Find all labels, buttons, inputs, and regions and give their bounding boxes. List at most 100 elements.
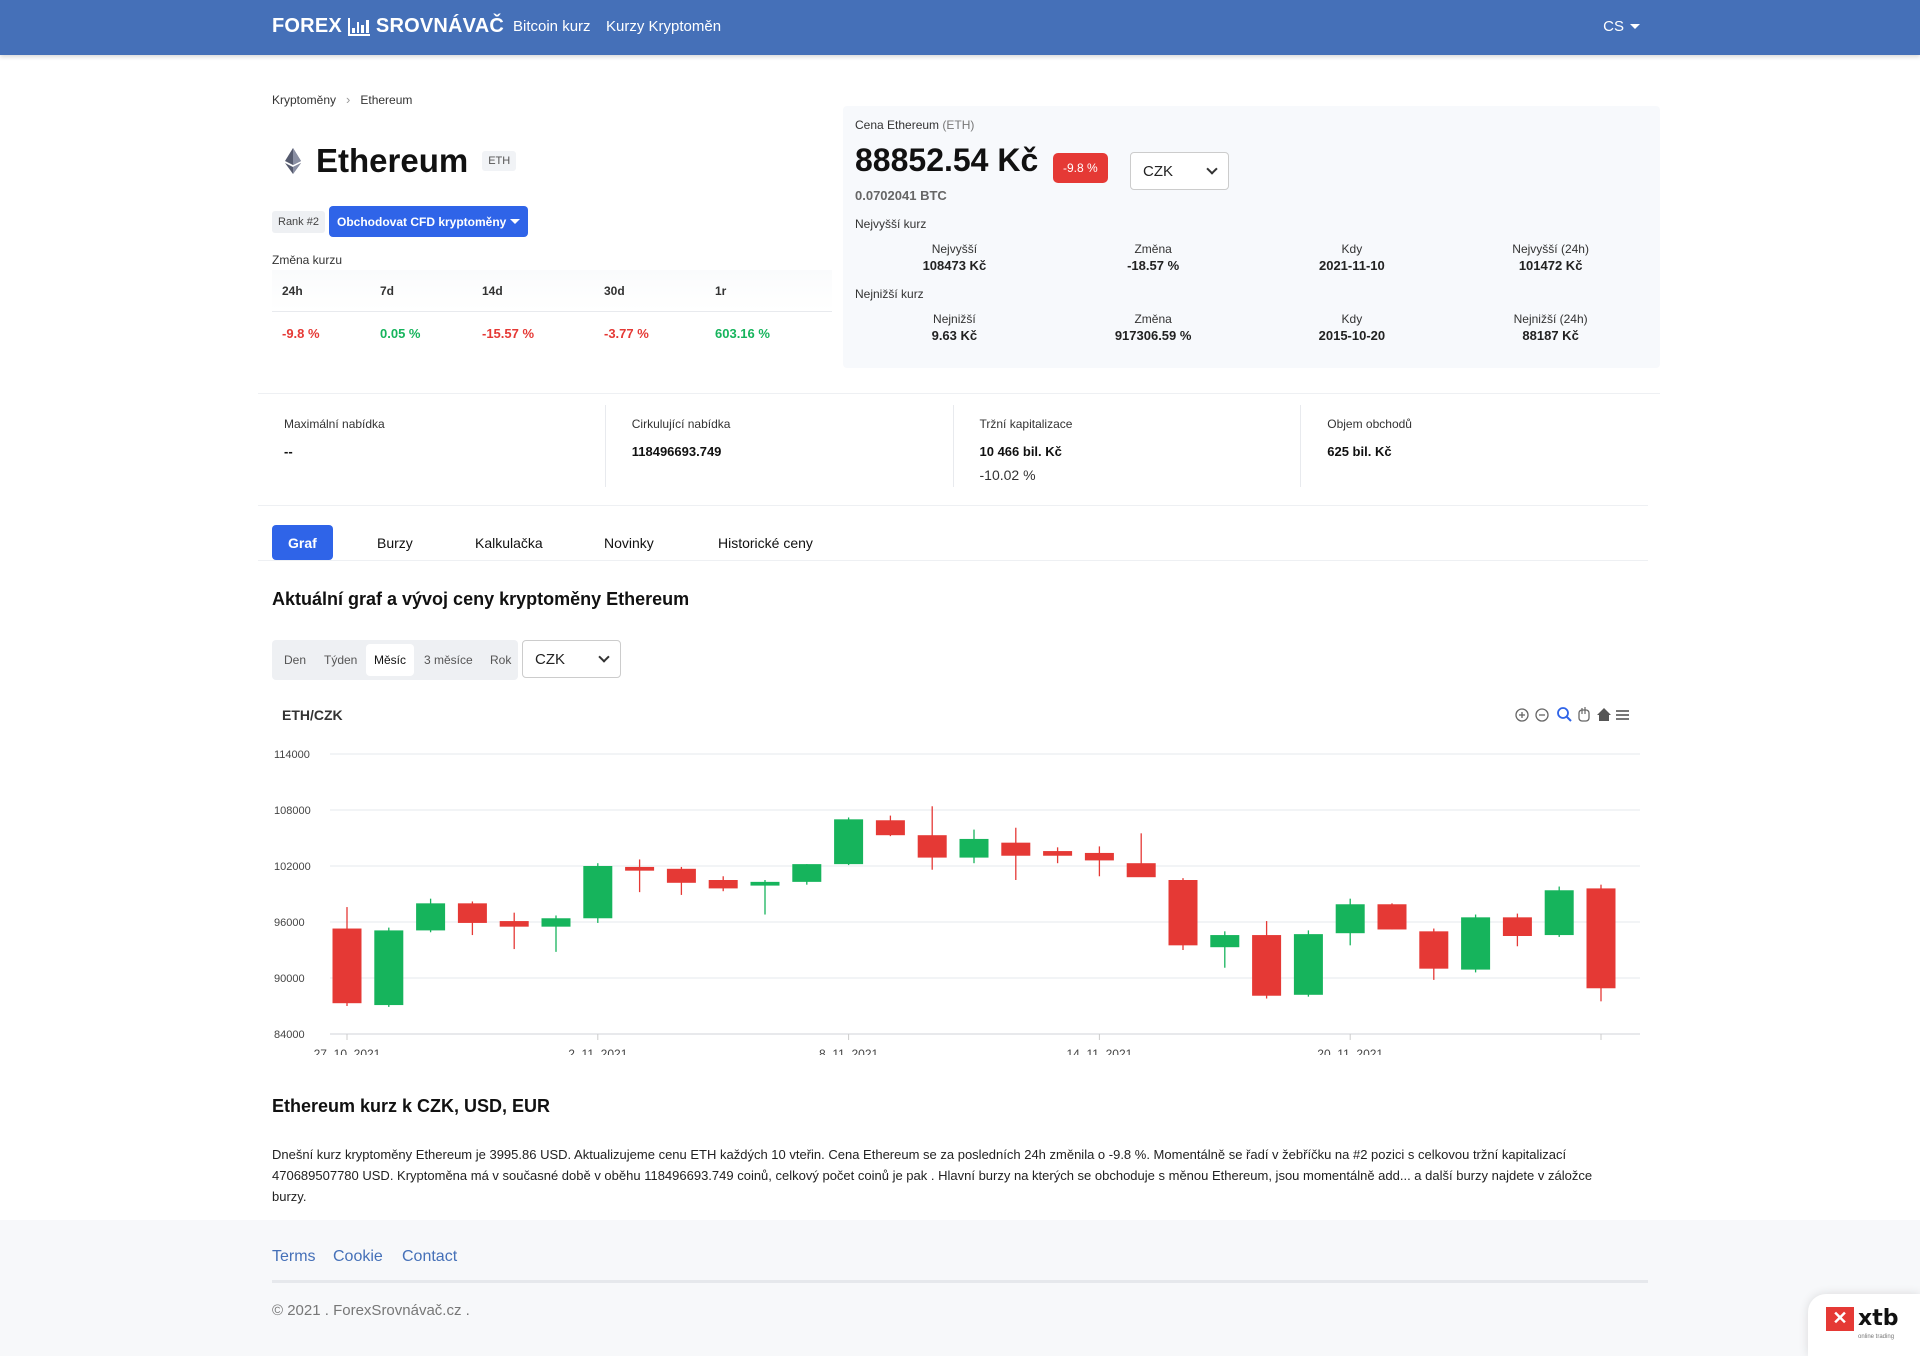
candle-down bbox=[1084, 846, 1114, 877]
candle-body bbox=[583, 866, 613, 919]
period-3months-button[interactable]: 3 měsíce bbox=[424, 644, 473, 676]
footer-link-contact[interactable]: Contact bbox=[402, 1248, 457, 1266]
nav-link-bitcoin[interactable]: Bitcoin kurz bbox=[513, 18, 591, 35]
coin-symbol-badge: ETH bbox=[482, 151, 517, 171]
candle-down bbox=[666, 866, 696, 895]
stat-value: -- bbox=[284, 444, 293, 459]
change-table-header: 24h 7d 14d 30d 1r bbox=[272, 270, 832, 312]
period-week-button[interactable]: Týden bbox=[324, 644, 357, 676]
chart-x-axis: 27. 10. 2021 2. 11. 2021 8. 11. 2021 14. 11… bbox=[314, 1034, 1602, 1055]
currency-select[interactable]: CZK bbox=[1130, 152, 1229, 190]
trade-cfd-button[interactable]: Obchodovat CFD kryptoměny bbox=[329, 206, 529, 237]
candle-body bbox=[1043, 851, 1073, 856]
candle-body bbox=[457, 903, 487, 923]
period-header: 1r bbox=[715, 284, 727, 298]
y-tick-label: 90000 bbox=[274, 973, 305, 985]
breadcrumb: Kryptoměny › Ethereum bbox=[272, 92, 412, 107]
stat-change: -10.02 % bbox=[979, 467, 1036, 483]
period-month-button[interactable]: Měsíc bbox=[366, 644, 415, 676]
period-year-button[interactable]: Rok bbox=[490, 644, 511, 676]
candle-down bbox=[1168, 878, 1198, 950]
high-rate-key: Nejvyšší (24h) bbox=[1512, 242, 1589, 256]
high-rate-cell: Nejvyšší 108473 Kč bbox=[855, 242, 1054, 273]
candle-body bbox=[1419, 931, 1449, 969]
candle-body bbox=[1001, 842, 1031, 856]
zoom-in-icon[interactable] bbox=[1515, 708, 1529, 722]
candle-body bbox=[1377, 904, 1407, 930]
x-tick-label: 14. 11. 2021 bbox=[1066, 1047, 1132, 1055]
nav-link-crypto-rates[interactable]: Kurzy Kryptoměn bbox=[606, 18, 721, 35]
candle-body bbox=[1461, 917, 1491, 970]
chart-currency-select[interactable]: CZK bbox=[522, 640, 621, 678]
candle-body bbox=[1126, 863, 1156, 878]
candle-up bbox=[1293, 930, 1323, 997]
xtb-x-icon: ✕ bbox=[1826, 1306, 1854, 1331]
tab-news[interactable]: Novinky bbox=[604, 525, 654, 560]
tab-historical-prices[interactable]: Historické ceny bbox=[718, 525, 813, 560]
x-tick-label: 2. 11. 2021 bbox=[568, 1047, 627, 1055]
top-navbar: FOREX SROVNÁVAČ Bitcoin kurz Kurzy Krypt… bbox=[0, 0, 1920, 55]
bar-chart-icon bbox=[347, 17, 370, 36]
stat-max-supply: Maximální nabídka -- bbox=[258, 405, 606, 487]
footer-divider bbox=[272, 1280, 1648, 1283]
candle-up bbox=[1544, 886, 1574, 937]
candle-down bbox=[917, 806, 947, 870]
candle-up bbox=[1210, 931, 1240, 968]
xtb-tagline: online trading bbox=[1858, 1334, 1895, 1340]
candle-up bbox=[792, 864, 822, 885]
home-reset-icon[interactable] bbox=[1597, 708, 1611, 721]
divider bbox=[258, 560, 1648, 561]
high-rate-grid: Nejvyšší 108473 Kč Změna -18.57 % Kdy 2021-… bbox=[855, 242, 1650, 273]
candle-body bbox=[792, 864, 822, 882]
candle-body bbox=[541, 918, 571, 927]
tab-exchanges[interactable]: Burzy bbox=[377, 525, 413, 560]
brand-logo[interactable]: FOREX SROVNÁVAČ bbox=[272, 15, 504, 38]
current-price: 88852.54 Kč bbox=[855, 142, 1039, 178]
tab-calculator[interactable]: Kalkulačka bbox=[475, 525, 543, 560]
chart-candles bbox=[332, 806, 1616, 1007]
menu-icon[interactable] bbox=[1616, 710, 1629, 720]
chart-gridlines bbox=[330, 753, 1640, 1035]
tab-chart[interactable]: Graf bbox=[272, 525, 333, 560]
stat-value: 118496693.749 bbox=[631, 444, 722, 459]
candle-body bbox=[1544, 890, 1574, 936]
candle-body bbox=[499, 921, 529, 927]
breadcrumb-current: Ethereum bbox=[360, 92, 413, 107]
period-header: 24h bbox=[282, 284, 303, 298]
xtb-logo: ✕ xtb bbox=[1826, 1306, 1898, 1331]
high-rate-cell: Nejvyšší (24h) 101472 Kč bbox=[1451, 242, 1650, 273]
chevron-down-icon bbox=[598, 651, 610, 663]
stat-label: Cirkulující nabídka bbox=[631, 417, 731, 431]
pan-hand-icon[interactable] bbox=[1578, 707, 1590, 722]
candle-body bbox=[374, 930, 404, 1006]
language-label: CS bbox=[1603, 18, 1624, 35]
high-rate-cell: Kdy 2021-11-10 bbox=[1253, 242, 1452, 273]
y-tick-label: 108000 bbox=[274, 805, 311, 817]
candle-up bbox=[750, 880, 780, 915]
candle-down bbox=[708, 876, 738, 892]
low-rate-label: Nejnižší kurz bbox=[855, 287, 924, 301]
candle-up bbox=[1335, 898, 1365, 946]
xtb-badge[interactable]: ✕ xtb online trading bbox=[1808, 1294, 1920, 1356]
candle-up bbox=[1461, 914, 1491, 973]
eth-czk-candlestick-chart[interactable]: ETH/CZK 84000900009600010200010800011400… bbox=[272, 700, 1648, 1055]
candle-body bbox=[1252, 935, 1282, 996]
footer-link-cookie[interactable]: Cookie bbox=[333, 1248, 383, 1266]
breadcrumb-link[interactable]: Kryptoměny bbox=[272, 93, 336, 107]
candle-body bbox=[1084, 852, 1114, 861]
price-label-text: Cena Ethereum bbox=[855, 118, 940, 132]
candle-down bbox=[1419, 928, 1449, 980]
brand-right: SROVNÁVAČ bbox=[375, 15, 505, 37]
language-dropdown[interactable]: CS bbox=[1603, 18, 1640, 35]
footer-link-terms[interactable]: Terms bbox=[272, 1248, 316, 1266]
candle-body bbox=[1293, 934, 1323, 995]
rates-description: Dnešní kurz kryptoměny Ethereum je 3995.… bbox=[272, 1147, 1593, 1204]
y-tick-label: 96000 bbox=[274, 917, 305, 929]
selection-zoom-icon[interactable] bbox=[1557, 707, 1572, 722]
change-value: 603.16 % bbox=[715, 326, 770, 341]
period-day-button[interactable]: Den bbox=[284, 644, 306, 676]
zoom-out-icon[interactable] bbox=[1535, 708, 1549, 722]
change-table: 24h 7d 14d 30d 1r -9.8 % 0.05 % -15.57 %… bbox=[272, 270, 832, 341]
candle-body bbox=[1168, 880, 1198, 946]
low-rate-key: Kdy bbox=[1341, 312, 1363, 326]
